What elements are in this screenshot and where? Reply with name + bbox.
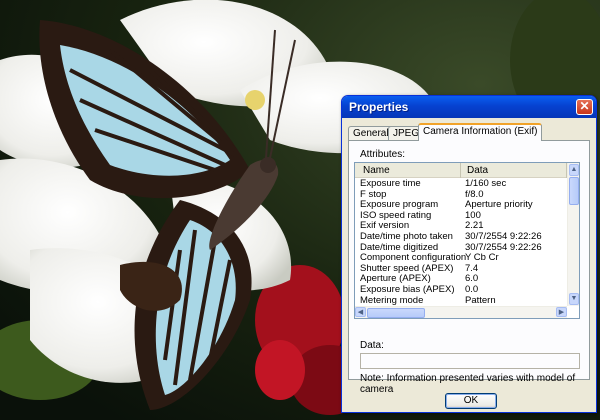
data-field[interactable] [360,353,580,369]
column-header-data[interactable]: Data [461,163,567,178]
attributes-list[interactable]: Name Data Exposure time 1/160 sec F stop f/… [354,162,580,319]
row-name: Exposure bias (APEX) [360,283,455,295]
table-row[interactable]: Exposure bias (APEX) 0.0 [355,283,567,296]
tab-general[interactable]: General [348,126,394,141]
row-value: 30/7/2554 9:22:26 [465,230,542,242]
note-text: Note: Information presented varies with … [360,373,576,395]
list-header: Name Data [355,163,567,178]
attributes-label: Attributes: [360,149,406,160]
vertical-scroll-thumb[interactable] [569,177,579,205]
scroll-down-icon[interactable]: ▼ [569,293,579,305]
dialog-title: Properties [349,100,409,114]
row-name: Exposure time [360,178,421,189]
scroll-up-icon[interactable]: ▲ [569,164,579,176]
scroll-right-icon[interactable]: ▶ [556,307,567,317]
close-button[interactable]: ✕ [576,99,593,115]
table-row[interactable]: Date/time photo taken 30/7/2554 9:22:26 [355,230,567,243]
title-bar[interactable]: Properties ✕ [342,96,596,118]
row-value: 0.0 [465,283,479,295]
horizontal-scrollbar[interactable]: ◀ ▶ [355,306,567,318]
data-label: Data: [360,340,384,351]
tab-camera-information[interactable]: Camera Information (Exif) [418,123,543,141]
horizontal-scroll-thumb[interactable] [367,308,425,318]
row-value: 1/160 sec [465,178,507,189]
table-row[interactable]: Exposure time 1/160 sec [355,178,567,190]
list-rows: Exposure time 1/160 sec F stop f/8.0 Exposur… [355,178,567,317]
table-row[interactable]: Metering mode Pattern [355,295,567,307]
scroll-left-icon[interactable]: ◀ [355,307,366,317]
row-name: Date/time photo taken [360,230,453,242]
vertical-scrollbar[interactable]: ▲ ▼ [567,163,579,306]
properties-dialog: Properties ✕ General JPEG Camera Informa… [341,95,597,413]
column-header-name[interactable]: Name [355,163,461,178]
close-icon: ✕ [579,99,590,113]
ok-button[interactable]: OK [445,393,497,409]
